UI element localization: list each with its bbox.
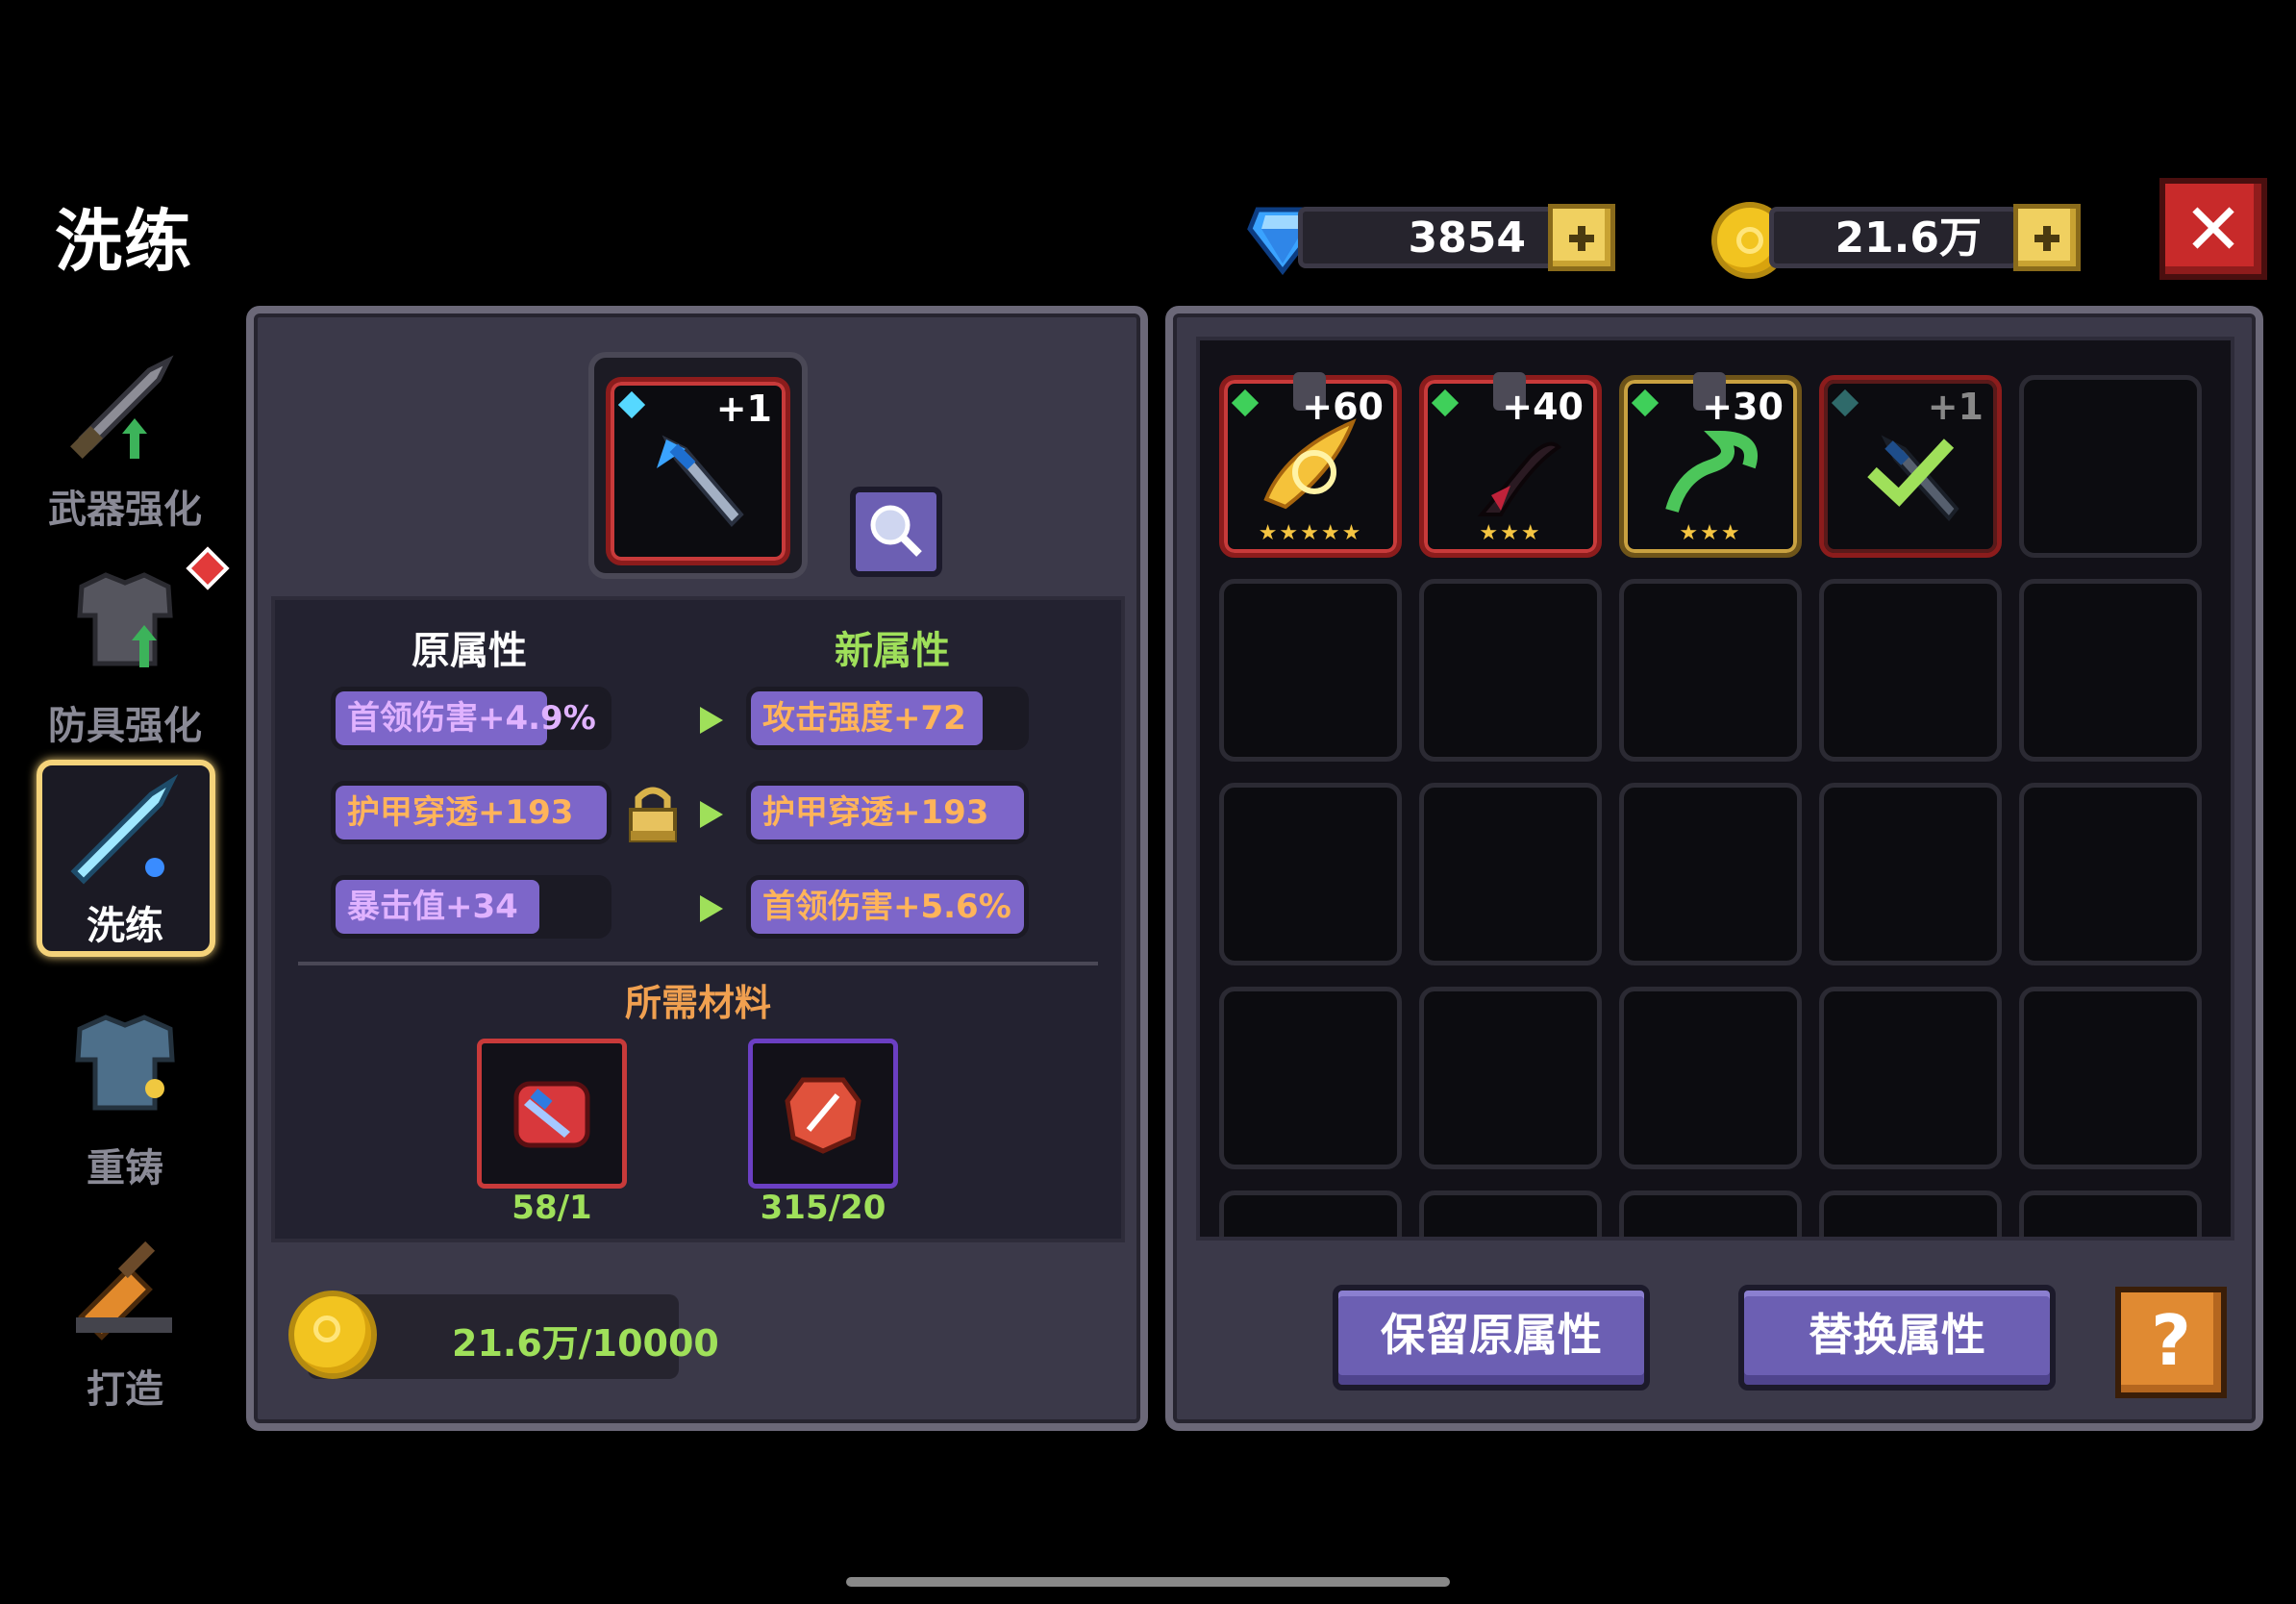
home-indicator[interactable]: [846, 1577, 1450, 1587]
material-slot-1[interactable]: [477, 1039, 627, 1189]
attr-text: 首领伤害+5.6%: [762, 888, 1011, 926]
original-attr-1: 首领伤害+4.9%: [331, 687, 611, 750]
inventory-slot-empty[interactable]: [1419, 987, 1602, 1169]
selected-item-slot[interactable]: +1: [606, 377, 790, 565]
inventory-item-1[interactable]: +60 ★★★★★: [1219, 372, 1402, 558]
inventory-grid: +60 ★★★★★ +40 ★★★ +30 ★★★ +1: [1196, 337, 2234, 1241]
gold-coin-icon: [288, 1291, 377, 1379]
inventory-slot-empty[interactable]: [1819, 987, 2002, 1169]
sidebar-item-reroll[interactable]: 洗练: [29, 760, 221, 962]
attr-text: 攻击强度+72: [762, 699, 966, 738]
quality-gem-icon: [1631, 388, 1660, 417]
original-attrs-header: 原属性: [412, 629, 527, 673]
reforge-armor-icon: [75, 1015, 175, 1111]
crystal-sword-icon: [70, 774, 179, 885]
sidebar-item-label: 洗练: [87, 904, 163, 948]
inventory-slot-empty[interactable]: [2019, 375, 2202, 558]
inventory-slot-empty[interactable]: [2019, 1190, 2202, 1237]
item-stars: ★★★★★: [1258, 521, 1363, 545]
arrow-icon: [700, 895, 723, 922]
green-serpent-whip-icon: [1665, 430, 1758, 514]
red-weapon-scroll-icon: [513, 1081, 590, 1148]
attr-text: 首领伤害+4.9%: [347, 699, 596, 738]
armor-upgrade-icon: [77, 572, 173, 667]
quality-gem-icon: [1431, 388, 1460, 417]
inventory-slot-empty[interactable]: [1219, 1190, 1402, 1237]
inventory-item-2[interactable]: +40 ★★★: [1419, 372, 1602, 558]
inventory-slot-empty[interactable]: [1419, 783, 1602, 965]
item-stars: ★★★: [1679, 521, 1742, 545]
material-count-2: 315/20: [760, 1189, 886, 1227]
inventory-slot-empty[interactable]: [1819, 1190, 2002, 1237]
notification-badge: [186, 546, 230, 590]
forge-hammer-icon: [76, 1241, 172, 1341]
material-slot-2[interactable]: [748, 1039, 898, 1189]
sidebar-item-label: 武器强化: [48, 488, 202, 532]
add-gold-button[interactable]: [2013, 204, 2081, 271]
sidebar-item-label: 打造: [87, 1367, 163, 1412]
inspect-button[interactable]: [850, 487, 942, 577]
gold-counter: 21.6万: [1769, 207, 2019, 268]
inventory-slot-empty[interactable]: [1419, 1190, 1602, 1237]
checkmark-icon: [1867, 439, 1955, 507]
inventory-slot-empty[interactable]: [2019, 987, 2202, 1169]
inventory-slot-empty[interactable]: [1419, 579, 1602, 762]
gem-count: 3854: [1408, 213, 1526, 263]
replace-attributes-button[interactable]: 替换属性: [1738, 1285, 2056, 1391]
inventory-item-3[interactable]: +30 ★★★: [1619, 372, 1802, 558]
arrow-icon: [700, 707, 723, 734]
sidebar-item-label: 重铸: [87, 1146, 163, 1190]
crystal-dagger-icon: [657, 435, 744, 527]
sidebar-item-forge[interactable]: 打造: [29, 1212, 221, 1414]
close-icon: ✕: [2183, 188, 2243, 271]
inventory-slot-empty[interactable]: [1819, 579, 2002, 762]
item-stars: ★★★: [1479, 521, 1542, 545]
inventory-slot-empty[interactable]: [1219, 783, 1402, 965]
divider: [298, 962, 1098, 965]
magnifier-icon: [870, 505, 922, 557]
gold-count: 21.6万: [1834, 213, 1982, 263]
attr-text: 暴击值+34: [347, 888, 518, 926]
golden-flame-blade-icon: [1263, 418, 1357, 510]
inventory-slot-empty[interactable]: [1619, 1190, 1802, 1237]
inventory-slot-empty[interactable]: [2019, 579, 2202, 762]
attr-text: 护甲穿透+193: [347, 793, 574, 832]
new-attr-1: 攻击强度+72: [746, 687, 1029, 750]
lock-attribute-button[interactable]: [625, 783, 681, 844]
inventory-slot-empty[interactable]: [1619, 987, 1802, 1169]
padlock-icon: [629, 787, 677, 842]
gem-counter: 3854: [1298, 207, 1558, 268]
quality-gem-icon: [617, 390, 646, 419]
material-count-1: 58/1: [512, 1189, 592, 1227]
materials-title: 所需材料: [625, 982, 772, 1024]
keep-original-button[interactable]: 保留原属性: [1333, 1285, 1650, 1391]
new-attr-3: 首领伤害+5.6%: [746, 875, 1029, 939]
inventory-slot-empty[interactable]: [2019, 783, 2202, 965]
new-attr-2: 护甲穿透+193: [746, 781, 1029, 844]
quality-gem-icon: [1831, 388, 1859, 417]
inventory-slot-empty[interactable]: [1619, 783, 1802, 965]
sidebar-item-armor-upgrade[interactable]: 防具强化: [29, 546, 230, 750]
add-gems-button[interactable]: [1548, 204, 1615, 271]
sidebar-item-reforge[interactable]: 重铸: [29, 990, 221, 1192]
sidebar-item-weapon-upgrade[interactable]: 武器强化: [29, 332, 221, 534]
inventory-item-4[interactable]: +1: [1819, 375, 2002, 558]
gold-cost: 21.6万/10000: [452, 1322, 719, 1365]
sidebar-item-label: 防具强化: [48, 704, 202, 748]
inventory-slot-empty[interactable]: [1219, 987, 1402, 1169]
attr-text: 护甲穿透+193: [762, 793, 989, 832]
inventory-slot-empty[interactable]: [1819, 783, 2002, 965]
red-stone-icon: [785, 1077, 861, 1154]
inventory-slot-empty[interactable]: [1619, 579, 1802, 762]
close-button[interactable]: ✕: [2159, 178, 2267, 280]
page-title: 洗练: [55, 202, 193, 281]
original-attr-2: 护甲穿透+193: [331, 781, 611, 844]
original-attr-3: 暴击值+34: [331, 875, 611, 939]
arrow-icon: [700, 801, 723, 828]
help-button[interactable]: ?: [2115, 1287, 2227, 1398]
dark-scythe-icon: [1477, 441, 1562, 516]
new-attrs-header: 新属性: [835, 629, 950, 673]
inventory-slot-empty[interactable]: [1219, 579, 1402, 762]
sword-upgrade-icon: [70, 355, 174, 459]
